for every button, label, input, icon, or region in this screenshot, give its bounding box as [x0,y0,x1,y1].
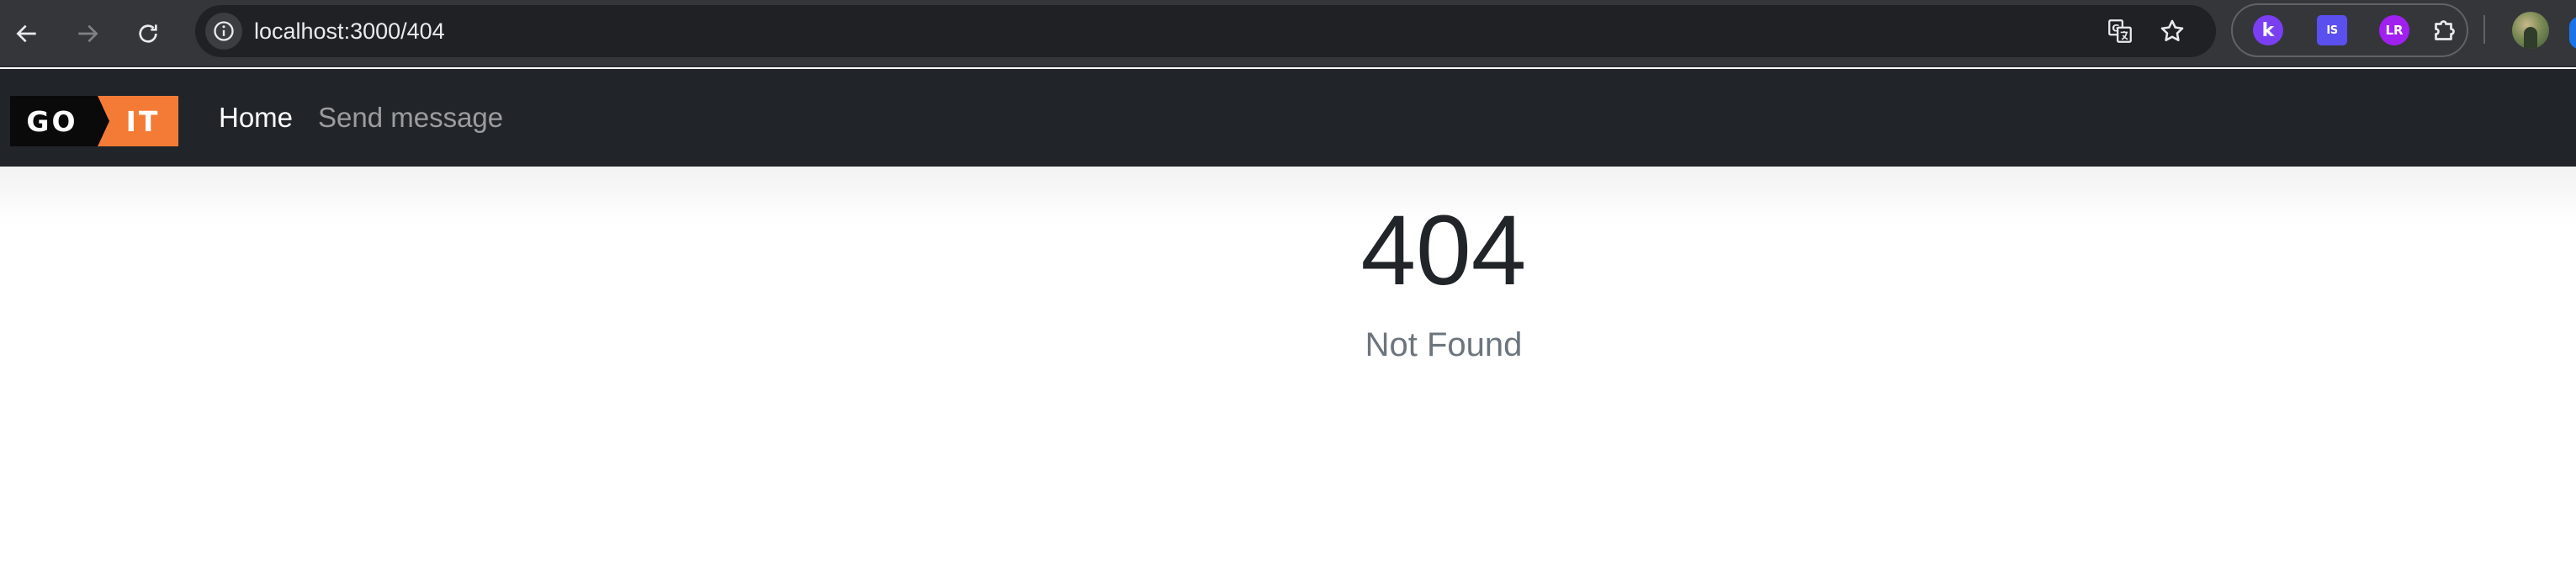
reload-icon [139,24,157,43]
extension-is-icon[interactable]: IS [2317,15,2347,45]
error-code: 404 [1360,195,1527,306]
logo-it-text: IT [126,105,161,138]
site-info-button[interactable] [205,13,242,50]
extension-lr-icon[interactable]: LR [2379,15,2409,45]
puzzle-icon [2435,20,2455,40]
bookmark-button[interactable] [2155,14,2189,48]
back-button[interactable] [5,12,49,56]
translate-button[interactable]: G [2103,14,2137,48]
url-text[interactable]: localhost:3000/404 [254,5,445,57]
browser-toolbar: localhost:3000/404 G k IS LR [0,0,2576,67]
extension-k-icon[interactable]: k [2253,15,2283,45]
toolbar-divider [2483,15,2485,44]
translate-icon: G [2108,19,2132,43]
forward-button[interactable] [66,12,109,56]
info-icon [214,21,234,41]
nav-link-home[interactable]: Home [219,69,293,167]
arrow-right-icon [78,24,98,43]
arrow-left-icon [16,24,36,43]
app-navbar: GO IT Home Send message [0,69,2576,167]
profile-avatar[interactable] [2512,12,2549,49]
error-message: Not Found [1365,326,1523,363]
goit-logo[interactable]: GO IT [10,96,178,146]
side-panel-tab[interactable] [2569,17,2576,49]
extensions-menu-button[interactable] [2430,15,2460,45]
address-bar[interactable]: localhost:3000/404 G [195,5,2216,57]
main-content: 404 Not Found [0,167,2576,577]
reload-button[interactable] [126,12,170,56]
logo-go-text: GO [26,105,77,138]
nav-link-send-message[interactable]: Send message [318,69,503,167]
star-icon [2160,19,2184,42]
extensions-group: k IS LR [2231,3,2468,57]
